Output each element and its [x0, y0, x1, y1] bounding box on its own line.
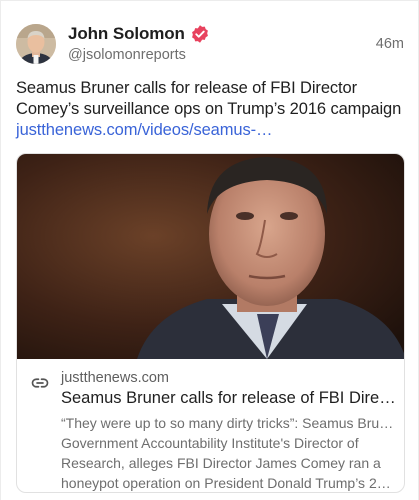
author-name-row: John Solomon	[68, 23, 210, 45]
link-preview-image[interactable]	[17, 154, 404, 359]
post-text-line-1: Seamus Bruner calls for release of FBI D…	[16, 79, 358, 97]
post-link[interactable]: justthenews.com/videos/seamus-…	[16, 120, 408, 141]
author-avatar-image	[16, 24, 56, 64]
link-domain: justthenews.com	[61, 370, 169, 386]
post-body: Seamus Bruner calls for release of FBI D…	[16, 78, 408, 141]
verified-badge-icon	[190, 24, 210, 44]
post-header: John Solomon @jsolomonreports 46m	[16, 21, 406, 67]
link-title[interactable]: Seamus Bruner calls for release of FBI D…	[61, 389, 397, 408]
post-text-line-2: Comey’s surveillance ops on Trump’s 2016…	[16, 100, 402, 118]
author-handle[interactable]: @jsolomonreports	[68, 47, 186, 63]
link-description-line: Government Accountability Institute's Di…	[61, 435, 359, 451]
author-avatar[interactable]	[16, 24, 56, 64]
post-card[interactable]: John Solomon @jsolomonreports 46m Seamus…	[0, 0, 419, 500]
link-description-line: Research, alleges FBI Director James Com…	[61, 455, 381, 471]
link-icon	[31, 374, 49, 392]
link-preview-info: justthenews.com Seamus Bruner calls for …	[17, 359, 404, 492]
link-preview-card[interactable]: justthenews.com Seamus Bruner calls for …	[16, 153, 405, 493]
author-name[interactable]: John Solomon	[68, 24, 185, 44]
link-description: “They were up to so many dirty tricks”: …	[61, 413, 397, 492]
link-description-line: “They were up to so many dirty tricks”: …	[61, 415, 397, 431]
post-timestamp[interactable]: 46m	[376, 36, 404, 52]
link-description-line: honeypot operation on President Donald T…	[61, 475, 397, 491]
